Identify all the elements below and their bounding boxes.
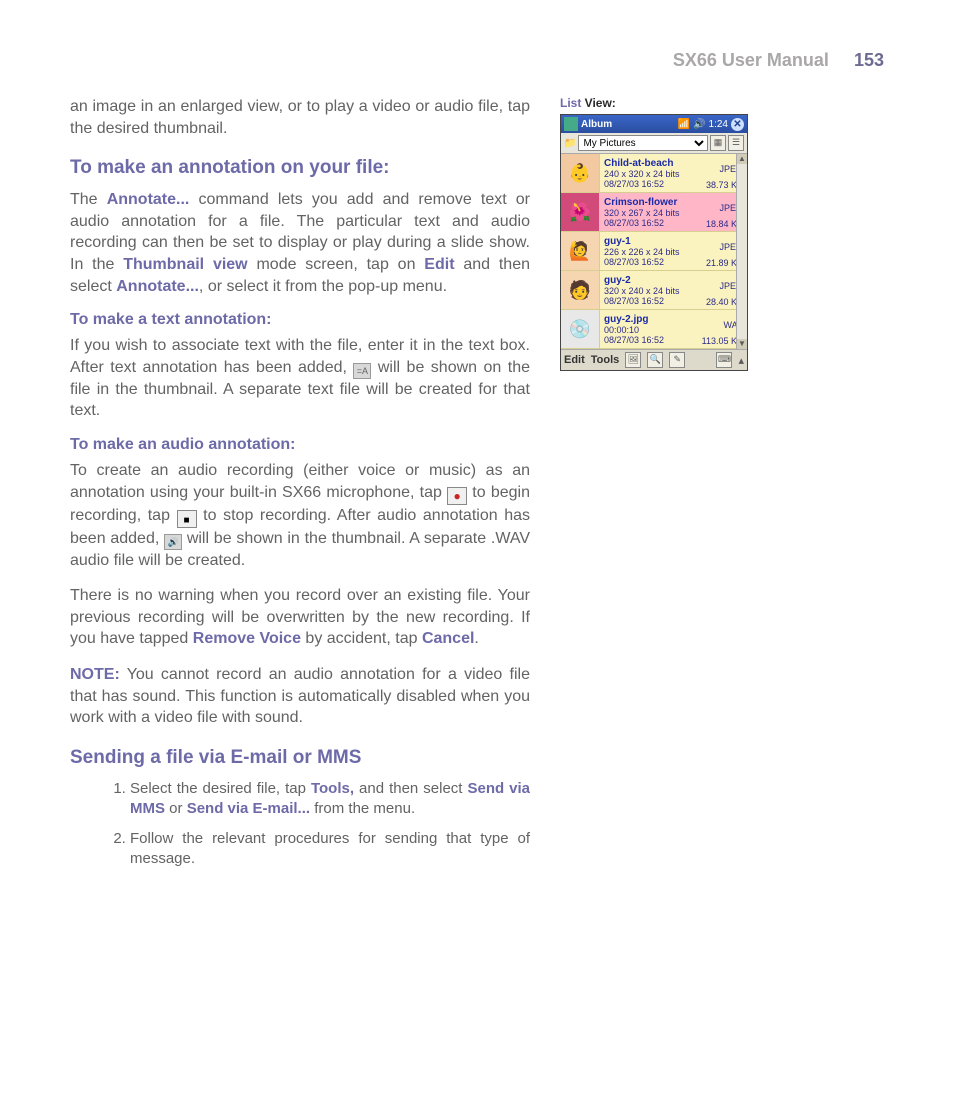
keyboard-icon[interactable]: ⌨ (716, 352, 732, 368)
step-1: Select the desired file, tap Tools, and … (130, 779, 530, 820)
step-2: Follow the relevant procedures for sendi… (130, 829, 530, 870)
folder-icon: 📁 (564, 138, 576, 149)
thumbnail-icon: 🌺 (561, 193, 600, 231)
section-heading-send: Sending a file via E-mail or MMS (70, 747, 530, 769)
thumbnail-view-icon[interactable]: ▦ (710, 135, 726, 151)
cmd-annotate: Annotate... (107, 191, 190, 208)
file-list: 👶Child-at-beach240 x 320 x 24 bits08/27/… (561, 154, 747, 349)
thumbnail-icon: 👶 (561, 154, 600, 192)
thumbnail-icon: 💿 (561, 310, 600, 348)
list-item[interactable]: 💿guy-2.jpg00:00:1008/27/03 16:52WAV113.0… (561, 310, 747, 349)
folder-dropdown[interactable]: My Pictures (578, 135, 708, 151)
list-item[interactable]: 👶Child-at-beach240 x 320 x 24 bits08/27/… (561, 154, 747, 193)
list-item[interactable]: 🌺Crimson-flower320 x 267 x 24 bits08/27/… (561, 193, 747, 232)
tool-icon-1[interactable]: 🖼 (625, 352, 641, 368)
up-arrow-icon[interactable]: ▴ (738, 354, 744, 367)
scrollbar[interactable]: ▲ ▼ (736, 154, 747, 349)
list-item[interactable]: 🧑guy-2320 x 240 x 24 bits08/27/03 16:52J… (561, 271, 747, 310)
file-name: guy-2.jpg (604, 314, 743, 325)
text-annotation-icon: =A (353, 363, 371, 379)
device-toolbar: 📁 My Pictures ▦ ☰ (561, 133, 747, 154)
audio-annot-paragraph-2: There is no warning when you record over… (70, 585, 530, 650)
subheading-text-annot: To make a text annotation: (70, 311, 530, 329)
scroll-down-icon[interactable]: ▼ (737, 339, 747, 349)
subheading-audio-annot: To make an audio annotation: (70, 436, 530, 454)
list-view-icon[interactable]: ☰ (728, 135, 744, 151)
list-item[interactable]: 🙋guy-1226 x 226 x 24 bits08/27/03 16:52J… (561, 232, 747, 271)
page-header: SX66 User Manual 153 (70, 50, 884, 71)
device-bottom-bar: Edit Tools 🖼 🔍 ✎ ⌨ ▴ (561, 349, 747, 370)
thumbnail-icon: 🙋 (561, 232, 600, 270)
stop-icon (177, 510, 197, 528)
scroll-up-icon[interactable]: ▲ (737, 154, 747, 164)
annotate-paragraph: The Annotate... command lets you add and… (70, 189, 530, 297)
cmd-remove-voice: Remove Voice (193, 630, 301, 647)
page-number: 153 (854, 50, 884, 70)
tool-icon-2[interactable]: 🔍 (647, 352, 663, 368)
speaker-icon: 🔊 (164, 534, 182, 550)
send-steps: Select the desired file, tap Tools, and … (70, 779, 530, 870)
cmd-tools: Tools, (311, 780, 354, 797)
start-icon[interactable] (564, 117, 578, 131)
cmd-thumbnail-view: Thumbnail view (123, 256, 247, 273)
cmd-annotate-2: Annotate... (116, 278, 199, 295)
audio-annot-note: NOTE: You cannot record an audio annotat… (70, 664, 530, 729)
volume-icon[interactable]: 🔊 (693, 119, 705, 130)
close-icon[interactable]: ✕ (731, 118, 744, 131)
clock: 1:24 (709, 119, 728, 130)
manual-title: SX66 User Manual (673, 50, 829, 70)
device-screenshot: Album 📶 🔊 1:24 ✕ 📁 My Pictures ▦ ☰ (560, 114, 748, 371)
intro-paragraph: an image in an enlarged view, or to play… (70, 96, 530, 139)
app-title: Album (581, 119, 612, 130)
screenshot-caption: List View: (560, 96, 884, 110)
signal-icon: 📶 (678, 119, 690, 130)
text-annot-paragraph: If you wish to associate text with the f… (70, 335, 530, 422)
tool-icon-3[interactable]: ✎ (669, 352, 685, 368)
cmd-send-email: Send via E-mail... (187, 800, 310, 817)
cmd-edit: Edit (424, 256, 454, 273)
section-heading-annotate: To make an annotation on your file: (70, 157, 530, 179)
file-dimensions: 00:00:10 (604, 325, 743, 335)
cmd-cancel: Cancel (422, 630, 474, 647)
menu-tools[interactable]: Tools (591, 354, 620, 366)
menu-edit[interactable]: Edit (564, 354, 585, 366)
record-icon (447, 487, 467, 505)
thumbnail-icon: 🧑 (561, 271, 600, 309)
audio-annot-paragraph-1: To create an audio recording (either voi… (70, 460, 530, 571)
device-titlebar: Album 📶 🔊 1:24 ✕ (561, 115, 747, 133)
note-label: NOTE: (70, 666, 120, 683)
